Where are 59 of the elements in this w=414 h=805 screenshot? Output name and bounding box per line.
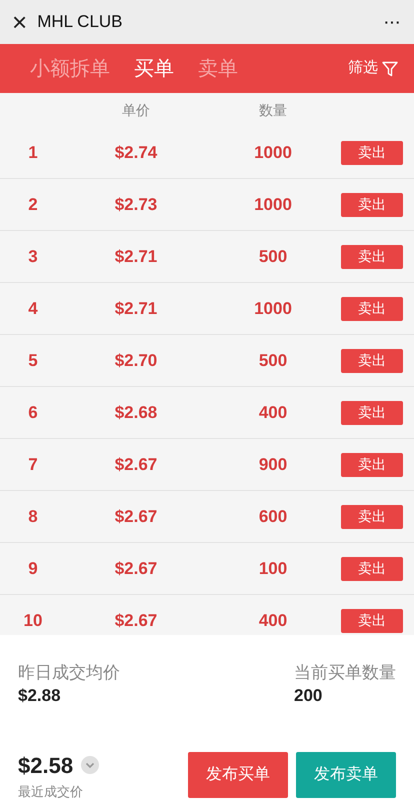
row-number: 8 [27, 506, 39, 528]
row-number: 10 [22, 610, 44, 632]
sell-button[interactable]: 卖出 [341, 296, 403, 320]
more-button[interactable]: ··· [383, 7, 400, 37]
window-title: MHL CLUB [37, 11, 123, 34]
price-cell-text: $2.73 [114, 194, 158, 216]
quantity-cell-text: 1000 [253, 142, 293, 164]
sell-button[interactable]: 卖出 [341, 192, 403, 216]
row-number: 9 [27, 558, 39, 580]
row-number: 7 [27, 454, 39, 476]
tab[interactable]: 卖单 [198, 54, 238, 84]
post-sell-button[interactable]: 发布卖单 [296, 752, 396, 798]
sell-button[interactable]: 卖出 [341, 608, 403, 632]
column-header: 单价 [121, 100, 151, 120]
last-price-label: 最近成交价 [18, 782, 84, 801]
post-buy-button[interactable]: 发布买单 [188, 752, 288, 798]
quantity-cell-text: 400 [258, 610, 288, 632]
row-number: 1 [27, 142, 39, 164]
column-header: 数量 [258, 100, 288, 120]
row-number: 2 [27, 194, 39, 216]
quantity-cell-text: 900 [258, 454, 288, 476]
tab[interactable]: 小额拆单 [30, 54, 110, 84]
row-number: 5 [27, 350, 39, 372]
quantity-cell-text: 500 [258, 246, 288, 268]
price-cell-text: $2.68 [114, 402, 158, 424]
stat-label: 当前买单数量 [294, 663, 396, 684]
price-cell-text: $2.74 [114, 142, 158, 164]
sell-button[interactable]: 卖出 [341, 140, 403, 164]
filter-icon [382, 60, 398, 76]
stat-value: 200 [294, 685, 324, 708]
close-button[interactable]: × [12, 9, 28, 35]
quantity-cell-text: 500 [258, 350, 288, 372]
price-cell-text: $2.70 [114, 350, 158, 372]
sell-button[interactable]: 卖出 [341, 556, 403, 580]
row-number: 4 [27, 298, 39, 320]
quantity-cell-text: 1000 [253, 298, 293, 320]
sell-button[interactable]: 卖出 [341, 400, 403, 424]
quantity-cell-text: 400 [258, 402, 288, 424]
price-cell-text: $2.67 [114, 454, 158, 476]
price-cell-text: $2.67 [114, 506, 158, 528]
quantity-cell-text: 1000 [253, 194, 293, 216]
row-number: 6 [27, 402, 39, 424]
price-cell-text: $2.71 [114, 298, 158, 320]
filter-button[interactable]: 筛选 [348, 57, 398, 80]
dropdown-icon[interactable] [81, 756, 100, 774]
tab[interactable]: 买单 [134, 54, 174, 84]
price-cell-text: $2.71 [114, 246, 158, 268]
sell-button[interactable]: 卖出 [341, 504, 403, 528]
quantity-cell-text: 600 [258, 506, 288, 528]
row-number: 3 [27, 246, 39, 268]
price-cell-text: $2.67 [114, 558, 158, 580]
last-price: $2.58 [18, 752, 74, 780]
quantity-cell-text: 100 [258, 558, 288, 580]
sell-button[interactable]: 卖出 [341, 452, 403, 476]
sell-button[interactable]: 卖出 [341, 348, 403, 372]
price-cell-text: $2.67 [114, 610, 158, 632]
sell-button[interactable]: 卖出 [341, 244, 403, 268]
stat-value: $2.88 [18, 685, 62, 708]
stat-label: 昨日成交均价 [18, 663, 120, 684]
